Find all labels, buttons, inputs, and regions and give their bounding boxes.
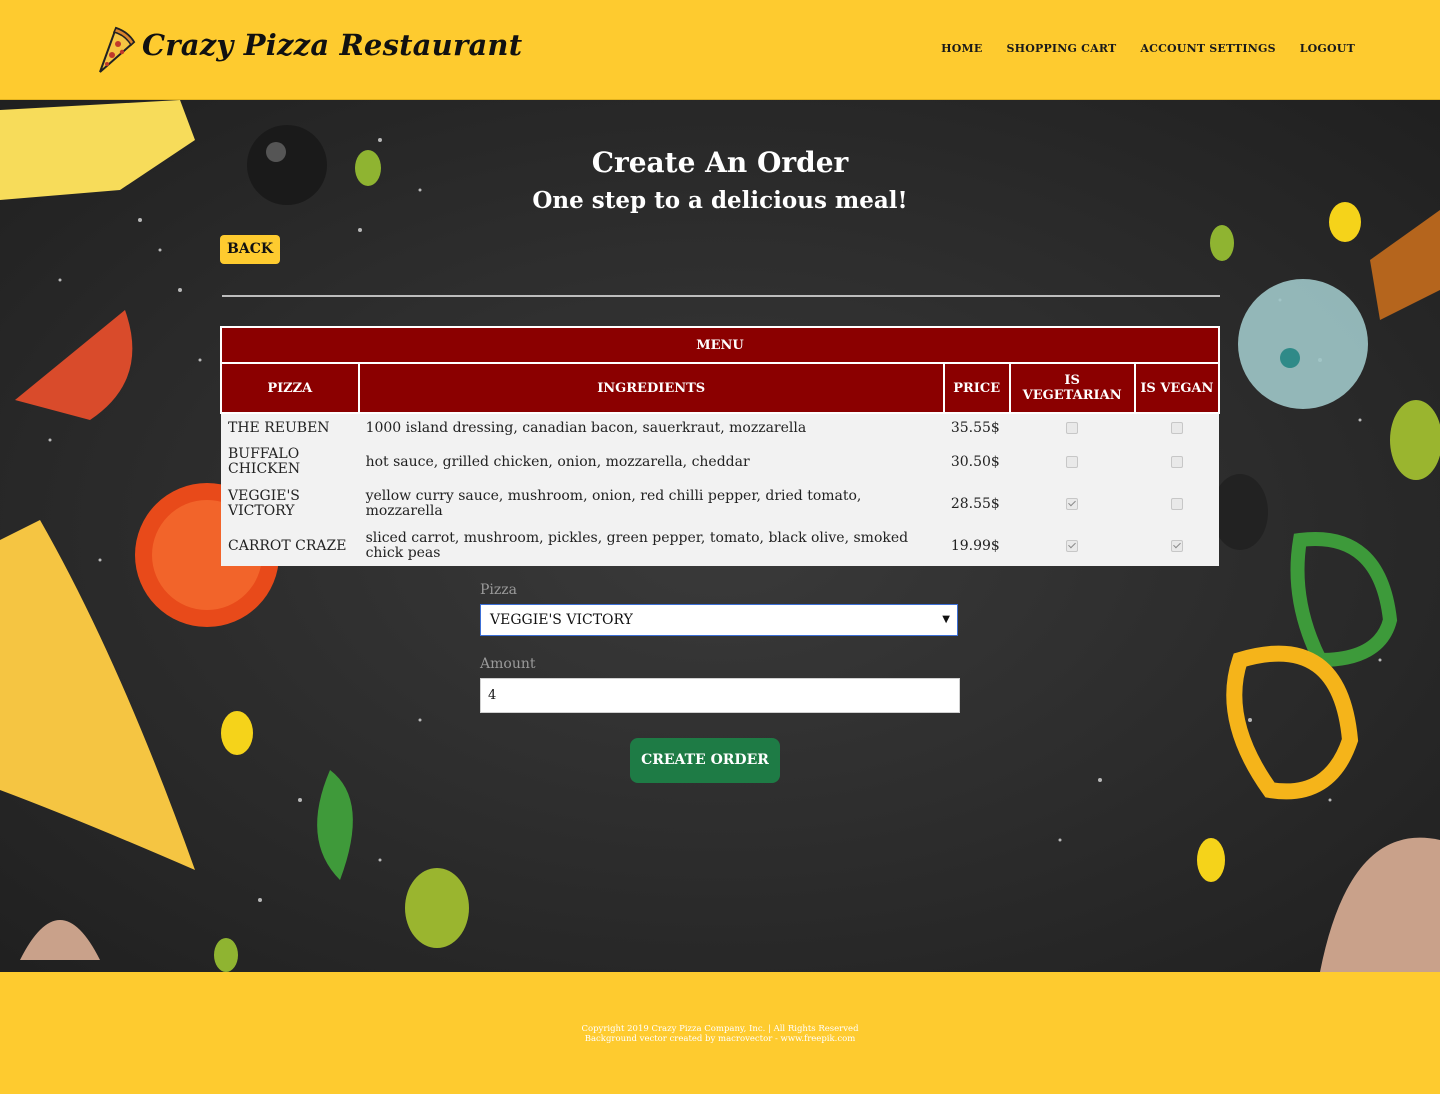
pizza-select[interactable]: VEGGIE'S VICTORY ▼ xyxy=(480,604,958,636)
page-title: Create An Order xyxy=(591,146,849,179)
amount-input[interactable]: 4 xyxy=(480,678,960,713)
table-row: VEGGIE'S VICTORY yellow curry sauce, mus… xyxy=(221,482,1219,526)
nav-home-link[interactable]: HOME xyxy=(941,42,982,55)
column-header-ingredients: INGREDIENTS xyxy=(357,362,945,414)
table-row: BUFFALO CHICKEN hot sauce, grilled chick… xyxy=(221,442,1219,482)
vegetarian-checkbox xyxy=(1066,421,1079,434)
ingredients-cell: sliced carrot, mushroom, pickles, green … xyxy=(358,526,944,566)
main-nav: HOME SHOPPING CART ACCOUNT SETTINGS LOGO… xyxy=(941,42,1355,55)
price-cell: 30.50$ xyxy=(943,442,1010,482)
vegan-cell xyxy=(1134,526,1219,566)
vegetarian-checkbox xyxy=(1066,497,1079,510)
vegan-checkbox xyxy=(1170,455,1183,468)
vegetarian-checkbox xyxy=(1066,455,1079,468)
copyright-text: Copyright 2019 Crazy Pizza Company, Inc.… xyxy=(581,1024,859,1034)
column-header-price: PRICE xyxy=(942,362,1011,414)
price-cell: 28.55$ xyxy=(943,482,1010,526)
site-header: Crazy Pizza Restaurant HOME SHOPPING CAR… xyxy=(0,0,1440,100)
vegan-checkbox xyxy=(1170,421,1183,434)
vegan-cell xyxy=(1134,482,1219,526)
pizza-name-cell: THE REUBEN xyxy=(221,413,359,442)
vegan-cell xyxy=(1134,442,1219,482)
pizza-name-cell: BUFFALO CHICKEN xyxy=(221,442,359,482)
nav-account-settings-link[interactable]: ACCOUNT SETTINGS xyxy=(1140,42,1275,55)
pizza-select-value: VEGGIE'S VICTORY xyxy=(490,612,633,628)
nav-shopping-cart-link[interactable]: SHOPPING CART xyxy=(1006,42,1116,55)
table-row: CARROT CRAZE sliced carrot, mushroom, pi… xyxy=(221,526,1219,566)
main-content: Create An Order One step to a delicious … xyxy=(0,100,1440,972)
column-header-pizza: PIZZA xyxy=(220,362,360,414)
column-header-is-vegetarian: IS VEGETARIAN xyxy=(1008,362,1136,414)
menu-caption: MENU xyxy=(220,326,1220,364)
ingredients-cell: 1000 island dressing, canadian bacon, sa… xyxy=(358,413,944,442)
pizza-name-cell: VEGGIE'S VICTORY xyxy=(221,482,359,526)
table-row: THE REUBEN 1000 island dressing, canadia… xyxy=(221,413,1219,442)
amount-field-label: Amount xyxy=(480,656,536,672)
site-footer: Copyright 2019 Crazy Pizza Company, Inc.… xyxy=(0,972,1440,1094)
pizza-field-label: Pizza xyxy=(480,582,517,598)
dropdown-arrow-icon: ▼ xyxy=(942,614,950,625)
ingredients-cell: yellow curry sauce, mushroom, onion, red… xyxy=(358,482,944,526)
column-header-is-vegan: IS VEGAN xyxy=(1133,362,1221,414)
pizza-name-cell: CARROT CRAZE xyxy=(221,526,359,566)
menu-table: MENU PIZZA INGREDIENTS PRICE IS VEGETARI… xyxy=(220,326,1221,566)
create-order-button[interactable]: CREATE ORDER xyxy=(630,738,780,783)
price-cell: 35.55$ xyxy=(943,413,1010,442)
ingredients-cell: hot sauce, grilled chicken, onion, mozza… xyxy=(358,442,944,482)
vegan-checkbox xyxy=(1170,497,1183,510)
vegetarian-cell xyxy=(1009,413,1135,442)
page-subtitle: One step to a delicious meal! xyxy=(532,187,908,214)
back-button[interactable]: BACK xyxy=(220,235,281,264)
vegetarian-checkbox xyxy=(1066,539,1079,552)
vegan-checkbox xyxy=(1170,539,1183,552)
background-credit-text: Background vector created by macrovector… xyxy=(584,1034,856,1044)
price-cell: 19.99$ xyxy=(943,526,1010,566)
pizza-slice-logo-icon xyxy=(99,26,136,73)
vegetarian-cell xyxy=(1009,442,1135,482)
vegetarian-cell xyxy=(1009,526,1135,566)
site-brand-title[interactable]: Crazy Pizza Restaurant xyxy=(142,28,522,62)
vegetarian-cell xyxy=(1009,482,1135,526)
vegan-cell xyxy=(1134,413,1219,442)
nav-logout-link[interactable]: LOGOUT xyxy=(1300,42,1355,55)
divider xyxy=(222,295,1220,297)
